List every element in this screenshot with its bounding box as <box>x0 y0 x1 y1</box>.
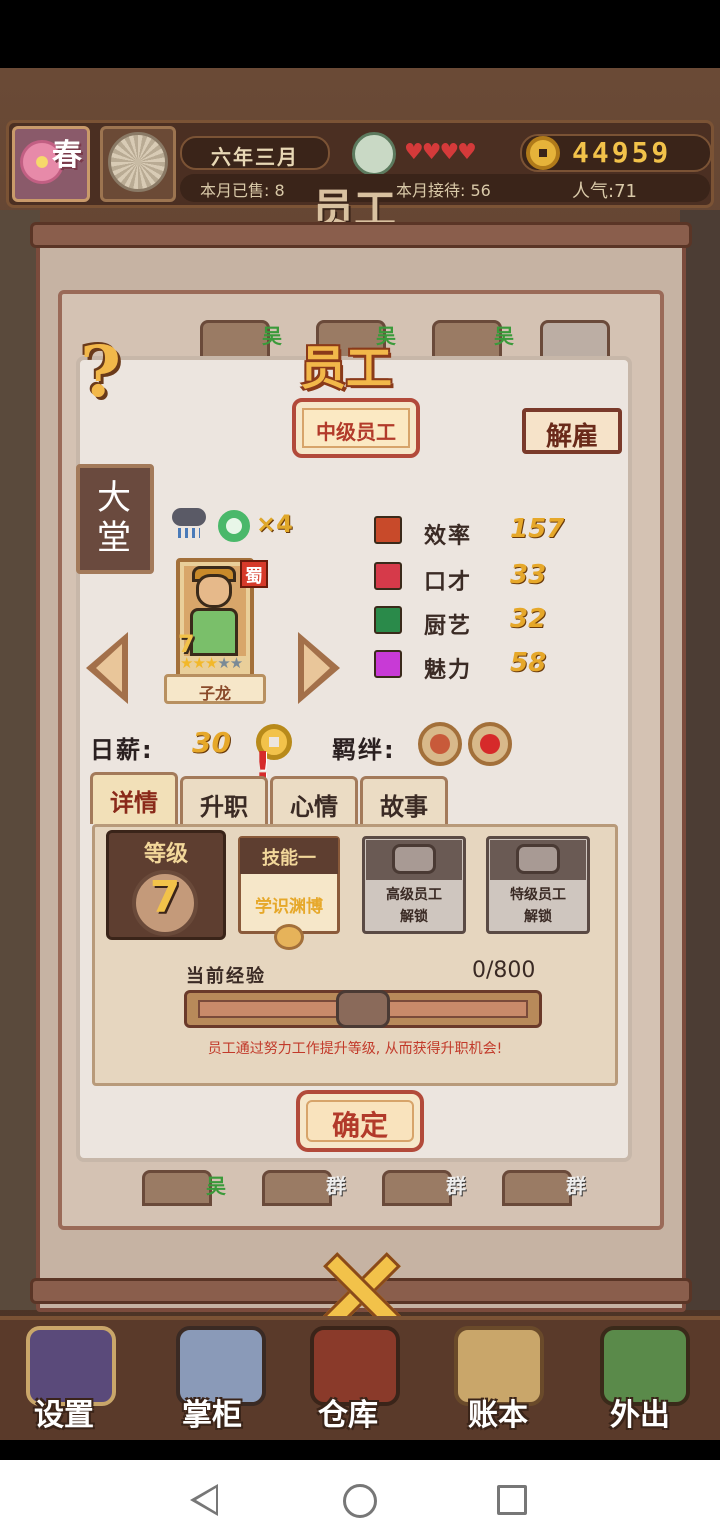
jade-count: ×4 <box>256 510 293 538</box>
attr-label: 魅力 <box>424 658 473 683</box>
faction-badge: 蜀 <box>240 560 268 588</box>
rain-cloud-icon <box>172 508 206 526</box>
star-rating: ★★★★★ <box>180 654 243 672</box>
rank-label: 中级员工 <box>302 408 410 448</box>
faction-tag: 群 <box>446 1174 466 1198</box>
exp-hint: 员工通过努力工作提升等级, 从而获得升职机会! <box>207 1041 503 1057</box>
skill-title: 技能一 <box>262 848 316 869</box>
employee-thumb[interactable] <box>502 1170 572 1206</box>
star-filled-icon: ★★★ <box>180 654 218 672</box>
popularity: 人气:71 <box>572 181 637 202</box>
employee-thumb[interactable] <box>262 1170 332 1206</box>
attr-value: 32 <box>510 604 547 634</box>
lock-icon <box>516 844 560 874</box>
department-label: 大堂 <box>97 478 131 558</box>
fire-button[interactable]: 解雇 <box>522 408 622 454</box>
background-left-scene <box>0 210 40 1310</box>
tab-mood[interactable]: 心情 <box>270 776 358 824</box>
nav-warehouse[interactable]: 仓库 <box>318 1390 378 1434</box>
exp-label: 当前经验 <box>186 966 266 987</box>
date-text: 六年三月 <box>211 145 299 169</box>
bond-seal-icon <box>480 734 500 754</box>
faction-tag: 群 <box>566 1174 586 1198</box>
recent-apps-icon[interactable] <box>497 1485 527 1515</box>
attr-label: 效率 <box>424 524 473 549</box>
lock-icon <box>392 844 436 874</box>
locked-line: 特级员工 <box>510 887 566 903</box>
status-bar <box>0 0 720 68</box>
employee-name: 子龙 <box>164 674 266 704</box>
level-value: 7 <box>149 872 181 923</box>
locked-line: 解锁 <box>400 909 428 925</box>
back-icon-inner <box>196 1488 216 1512</box>
nav-go-out[interactable]: 外出 <box>610 1390 670 1434</box>
knot-icon <box>274 924 304 950</box>
efficiency-icon <box>374 516 402 544</box>
season-label: 春 <box>52 138 82 173</box>
skill-name: 学识渊博 <box>255 897 323 917</box>
coin-count: 44959 <box>572 136 672 169</box>
attr-label: 口才 <box>424 570 473 595</box>
faction-tag: 吴 <box>494 324 514 348</box>
salary-value: 30 <box>192 726 231 759</box>
faction-tag: 吴 <box>262 324 282 348</box>
employee-thumb[interactable] <box>142 1170 212 1206</box>
background-right-scene <box>680 210 720 1310</box>
charm-icon <box>374 650 402 678</box>
hearts-icon: ♥♥♥♥ <box>404 140 477 165</box>
confirm-label[interactable]: 确定 <box>306 1100 414 1142</box>
clock-icon <box>108 132 168 192</box>
attr-value: 58 <box>510 648 547 678</box>
locked-line: 高级员工 <box>386 887 442 903</box>
sold-this-month: 本月已售: 8 <box>200 181 285 200</box>
nav-ledger[interactable]: 账本 <box>468 1390 528 1434</box>
portrait-head <box>196 574 232 608</box>
next-arrow-inner <box>304 644 330 692</box>
faction-tag: 吴 <box>206 1174 226 1198</box>
salary-label: 日薪: <box>90 736 154 764</box>
prev-arrow-inner <box>96 644 122 692</box>
scroll-rod-top <box>30 222 692 248</box>
help-icon[interactable]: ? <box>80 330 121 413</box>
eloquence-icon <box>374 562 402 590</box>
jade-ring-icon <box>218 510 250 542</box>
locked-line: 解锁 <box>524 909 552 925</box>
star-empty-icon: ★★ <box>217 654 243 672</box>
close-icon[interactable] <box>322 1252 394 1324</box>
attr-label: 厨艺 <box>424 614 473 639</box>
portrait-body <box>190 608 238 656</box>
level-title: 等级 <box>143 841 188 867</box>
faction-tag: 群 <box>326 1174 346 1198</box>
tab-details[interactable]: 详情 <box>90 772 178 824</box>
nav-settings[interactable]: 设置 <box>34 1390 94 1434</box>
cooking-icon <box>374 606 402 634</box>
rain-icon <box>178 528 200 538</box>
locked-text: 特级员工 解锁 <box>486 884 590 928</box>
exp-knob-icon <box>336 990 390 1028</box>
bond-label: 羁绊: <box>332 736 396 764</box>
bond-face-icon <box>430 734 450 754</box>
player-avatar-icon[interactable] <box>352 132 396 176</box>
dialog-title: 员工 <box>300 341 392 395</box>
attr-value: 157 <box>510 514 565 544</box>
tab-promote[interactable]: 升职 <box>180 776 268 824</box>
home-icon[interactable] <box>343 1484 377 1518</box>
received-this-month: 本月接待: 56 <box>396 181 491 200</box>
employee-thumb[interactable] <box>382 1170 452 1206</box>
tab-story[interactable]: 故事 <box>360 776 448 824</box>
nav-shopkeeper[interactable]: 掌柜 <box>182 1390 242 1434</box>
coin-hole <box>539 149 547 157</box>
exp-value: 0/800 <box>472 958 536 983</box>
locked-text: 高级员工 解锁 <box>362 884 466 928</box>
attr-value: 33 <box>510 560 547 590</box>
